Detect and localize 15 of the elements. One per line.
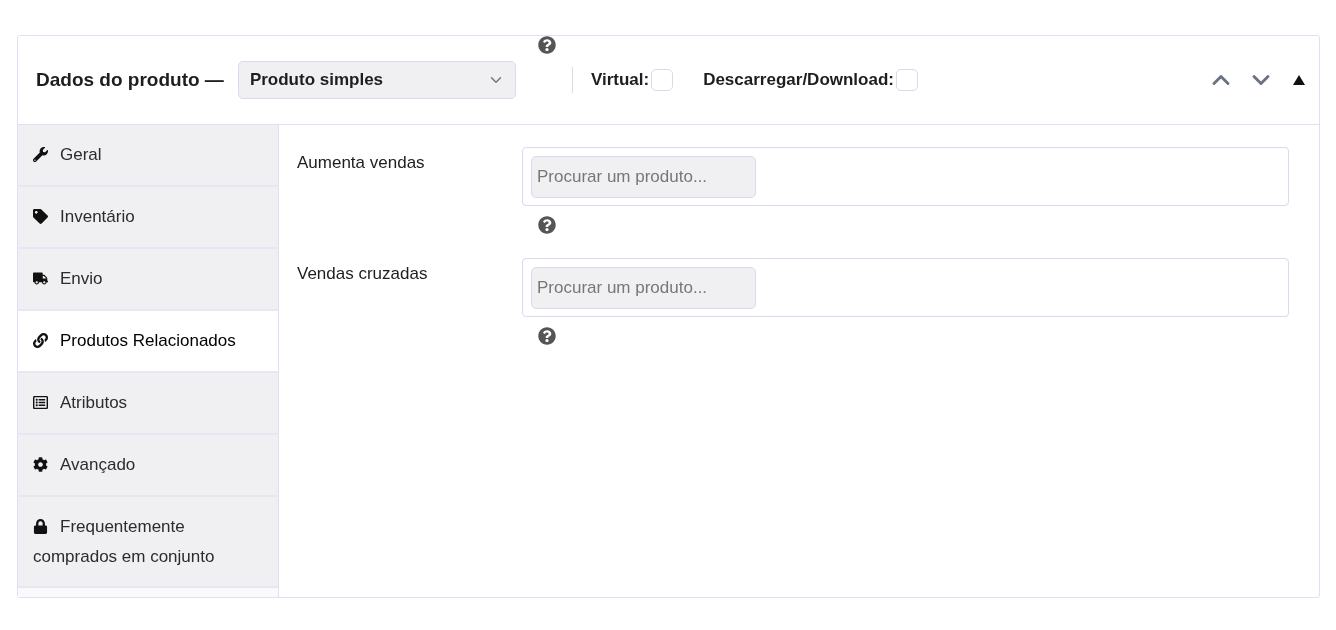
product-type-select[interactable]: Produto simples <box>237 61 516 99</box>
product-search-field[interactable]: Procurar um produto... <box>531 267 756 309</box>
sidebar-tab[interactable]: Produtos Relacionados <box>18 311 278 373</box>
sidebar-tab[interactable]: Envio <box>18 249 278 311</box>
sidebar-tab[interactable]: Inventário <box>18 187 278 249</box>
product-search-field[interactable]: Procurar um produto... <box>531 156 756 198</box>
sidebar-tab[interactable]: Geral <box>18 125 278 187</box>
panel-title: Dados do produto — <box>36 69 224 91</box>
field-label: Aumenta vendas <box>297 152 426 174</box>
sidebar-tab[interactable]: Atributos <box>18 373 278 435</box>
field-label: Vendas cruzadas <box>297 263 429 285</box>
option-label: Virtual: <box>590 70 650 90</box>
sidebar-tab[interactable]: Frequentemente comprados em conjunto <box>18 497 278 588</box>
option-label: Descarregar/Download: <box>703 70 894 90</box>
sidebar-tab[interactable]: Avançado <box>18 435 278 497</box>
